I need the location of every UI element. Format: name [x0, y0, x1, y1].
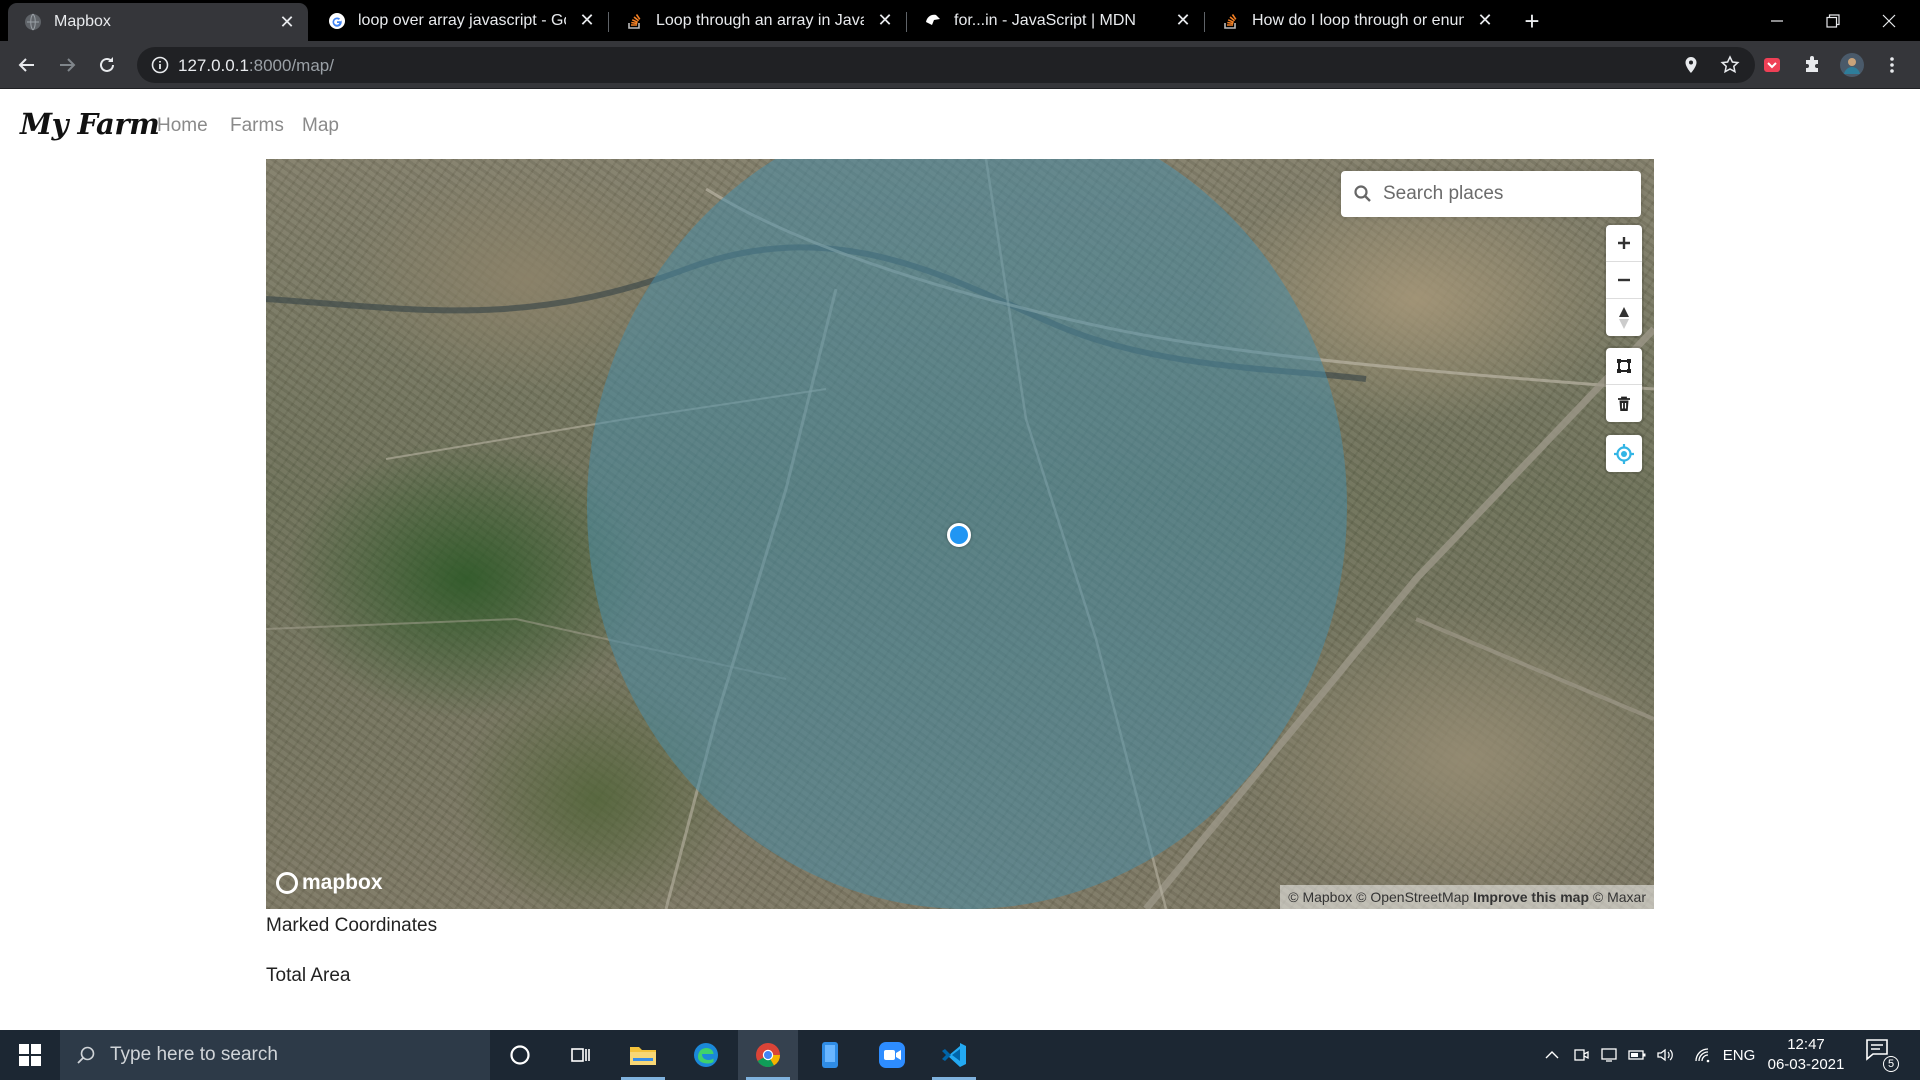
site-info-icon[interactable] [150, 55, 170, 75]
geolocate-target-icon[interactable] [1606, 435, 1642, 472]
action-center-notification-icon[interactable]: 5 [1865, 1038, 1899, 1072]
zoom-out-minus-icon[interactable] [1606, 262, 1642, 299]
total-area-label: Total Area [266, 965, 351, 986]
nav-link-home[interactable]: Home [157, 115, 208, 137]
taskbar-search-placeholder: Type here to search [110, 1044, 278, 1065]
compass-reset-north-icon[interactable] [1606, 299, 1642, 336]
vscode-icon[interactable] [924, 1030, 984, 1080]
extensions-puzzle-icon[interactable] [1798, 51, 1826, 79]
tab-divider [608, 12, 609, 32]
zoom-in-plus-icon[interactable] [1606, 225, 1642, 262]
zoom-app-icon[interactable] [862, 1030, 922, 1080]
trash-delete-icon[interactable] [1606, 385, 1642, 422]
tab-title: for...in - JavaScript | MDN [954, 11, 1136, 29]
tab-divider [1204, 12, 1205, 32]
map-canvas[interactable]: mapbox © Mapbox © OpenStreetMap Improve … [266, 159, 1654, 909]
map-attribution: © Mapbox © OpenStreetMap Improve this ma… [1280, 885, 1654, 909]
display-settings-icon[interactable] [1596, 1030, 1622, 1080]
volume-speaker-icon[interactable] [1652, 1030, 1678, 1080]
geolocate-control [1606, 435, 1642, 472]
nav-link-map[interactable]: Map [302, 115, 339, 137]
bookmark-star-icon[interactable] [1720, 55, 1740, 75]
notification-count-badge: 5 [1883, 1056, 1899, 1072]
chrome-browser-icon[interactable] [738, 1030, 798, 1080]
draw-polygon-icon[interactable] [1606, 348, 1642, 385]
clock-date: 06-03-2021 [1767, 1056, 1845, 1073]
attribution-maxar[interactable]: © Maxar [1593, 889, 1646, 905]
windows-start-icon[interactable] [0, 1030, 60, 1080]
profile-avatar[interactable] [1838, 51, 1866, 79]
page-content: My Farm Home Farms Map Search places map… [0, 90, 1920, 1030]
improve-map-link[interactable]: Improve this map [1473, 889, 1589, 905]
search-places-input[interactable] [1383, 179, 1633, 209]
url-path: :8000/map/ [248, 56, 334, 75]
tab-title: Mapbox [54, 13, 111, 30]
edge-browser-icon[interactable] [676, 1030, 736, 1080]
marked-coordinates-label: Marked Coordinates [266, 915, 438, 936]
google-icon [328, 12, 346, 30]
meet-now-icon[interactable] [1568, 1030, 1594, 1080]
tab-title: How do I loop through or enume [1252, 11, 1464, 29]
tab-google-search[interactable]: loop over array javascript - Goog ✕ [312, 0, 608, 41]
close-tab-icon[interactable]: ✕ [874, 10, 896, 32]
url-text: 127.0.0.1:8000/map/ [178, 56, 334, 76]
show-hidden-icons-chevron-icon[interactable] [1540, 1030, 1564, 1080]
location-marker[interactable] [947, 523, 971, 547]
mapbox-logo-icon [276, 872, 298, 894]
mdn-icon [924, 12, 942, 30]
attribution-text[interactable]: © Mapbox © OpenStreetMap [1288, 889, 1469, 905]
url-host: 127.0.0.1 [178, 56, 249, 75]
windows-taskbar: Type here to search ENG 12:47 06-03-2021… [0, 1030, 1920, 1080]
close-tab-icon[interactable]: ✕ [1474, 10, 1496, 32]
wifi-icon[interactable] [1690, 1030, 1716, 1080]
tab-stackoverflow-1[interactable]: Loop through an array in JavaScri ✕ [610, 0, 906, 41]
tab-mapbox[interactable]: Mapbox ✕ [8, 3, 308, 41]
nav-link-farms[interactable]: Farms [230, 115, 284, 137]
address-bar[interactable]: 127.0.0.1:8000/map/ [137, 47, 1755, 83]
zoom-controls [1606, 225, 1642, 336]
back-arrow-icon[interactable] [13, 51, 41, 79]
search-icon [1353, 184, 1373, 204]
new-tab-plus-icon[interactable]: + [1518, 8, 1546, 36]
forward-arrow-icon[interactable] [53, 51, 81, 79]
tab-stackoverflow-2[interactable]: How do I loop through or enume ✕ [1206, 0, 1506, 41]
browser-toolbar: 127.0.0.1:8000/map/ [0, 41, 1920, 89]
close-tab-icon[interactable]: ✕ [1172, 10, 1194, 32]
clock-time: 12:47 [1787, 1036, 1825, 1053]
globe-icon [24, 13, 42, 31]
pocket-extension-icon[interactable] [1758, 51, 1786, 79]
tab-title: Loop through an array in JavaScri [656, 11, 864, 29]
stackoverflow-icon [626, 12, 644, 30]
search-icon [76, 1045, 96, 1065]
stackoverflow-icon [1222, 12, 1240, 30]
close-tab-icon[interactable]: ✕ [576, 10, 598, 32]
location-pin-icon[interactable] [1681, 55, 1701, 75]
mapbox-logo[interactable]: mapbox [276, 871, 383, 895]
restore-window-icon[interactable] [1806, 0, 1860, 41]
input-language[interactable]: ENG [1720, 1030, 1758, 1080]
tab-divider [906, 12, 907, 32]
reload-icon[interactable] [93, 51, 121, 79]
phone-app-icon[interactable] [800, 1030, 860, 1080]
taskbar-search-box[interactable]: Type here to search [60, 1030, 490, 1080]
mapbox-logo-text: mapbox [302, 871, 383, 894]
battery-icon[interactable] [1624, 1030, 1650, 1080]
close-tab-icon[interactable]: ✕ [276, 11, 298, 33]
tab-title: loop over array javascript - Goog [358, 11, 566, 29]
geocoder-search[interactable] [1341, 171, 1641, 217]
browser-tab-strip: Mapbox ✕ loop over array javascript - Go… [0, 0, 1920, 41]
close-window-icon[interactable] [1862, 0, 1916, 41]
draw-controls [1606, 348, 1642, 422]
system-clock[interactable]: 12:47 06-03-2021 [1760, 1035, 1852, 1075]
cortana-circle-icon[interactable] [490, 1030, 550, 1080]
tab-mdn[interactable]: for...in - JavaScript | MDN ✕ [908, 0, 1204, 41]
brand-logo[interactable]: My Farm [20, 107, 160, 141]
more-menu-icon[interactable] [1878, 51, 1906, 79]
task-view-icon[interactable] [550, 1030, 610, 1080]
minimize-window-icon[interactable] [1750, 0, 1804, 41]
file-explorer-icon[interactable] [613, 1030, 673, 1080]
